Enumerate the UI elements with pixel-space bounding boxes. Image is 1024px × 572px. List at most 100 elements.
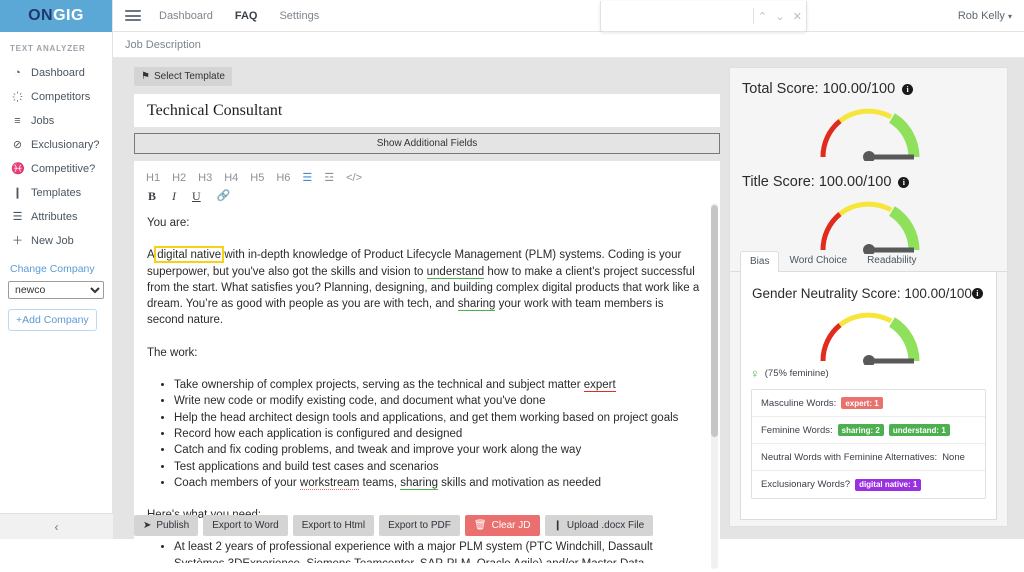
ongig-logo[interactable]: ONGIG	[0, 0, 112, 32]
total-score-heading: Total Score: 100.00/100 i	[730, 68, 1007, 97]
bold-button[interactable]: B	[148, 190, 156, 202]
row-value-none: None	[942, 452, 965, 463]
plus-icon: ＋	[11, 236, 24, 247]
status-badge[interactable]: digital native: 1	[855, 479, 921, 491]
masculine-word-expert[interactable]: expert	[584, 379, 616, 392]
tab-label: Word Choice	[789, 255, 847, 266]
tab-word-choice[interactable]: Word Choice	[779, 250, 857, 271]
sidebar-item-new-job[interactable]: ＋ New Job	[0, 229, 112, 253]
job-title-input[interactable]: Technical Consultant	[134, 94, 720, 127]
editor-scrollbar-thumb[interactable]	[711, 205, 718, 437]
status-badge[interactable]: expert: 1	[841, 397, 882, 409]
heading-4-button[interactable]: H4	[224, 173, 238, 184]
breadcrumb-label: Job Description	[125, 39, 201, 51]
tab-readability[interactable]: Readability	[857, 250, 926, 271]
bullet-list-icon[interactable]: ☰	[302, 173, 312, 184]
text: skills and motivation as needed	[438, 477, 601, 489]
sidebar-item-exclusionary[interactable]: ⊘ Exclusionary?	[0, 133, 112, 157]
close-icon[interactable]: ✕	[789, 10, 806, 23]
add-company-button[interactable]: +Add Company	[8, 309, 97, 331]
sidebar-item-dashboard[interactable]: ◔ Dashboard	[0, 61, 112, 85]
hamburger-menu-icon[interactable]	[125, 8, 141, 24]
export-to-word-button[interactable]: Export to Word	[203, 515, 288, 536]
feminine-word-sharing[interactable]: sharing	[400, 477, 438, 490]
heading-1-button[interactable]: H1	[146, 173, 160, 184]
show-additional-fields-label: Show Additional Fields	[377, 138, 478, 149]
trophy-icon: ♓	[11, 164, 24, 175]
score-panel: Total Score: 100.00/100 i Title Score: 1…	[729, 67, 1008, 527]
ban-icon: ⊘	[11, 140, 24, 151]
editor-toolbar: H1 H2 H3 H4 H5 H6 ☰ ☲ </> B I U 🔗	[134, 161, 720, 209]
trash-icon: 🗑	[474, 520, 487, 531]
nav-item-faq[interactable]: FAQ	[235, 10, 258, 22]
sidebar-item-jobs[interactable]: ≡ Jobs	[0, 109, 112, 133]
nav-item-dashboard[interactable]: Dashboard	[159, 10, 213, 22]
job-title-value: Technical Consultant	[147, 102, 282, 120]
sidebar-item-competitive[interactable]: ♓ Competitive?	[0, 157, 112, 181]
feminine-word-sharing[interactable]: sharing	[458, 298, 496, 311]
link-icon[interactable]: 🔗	[217, 191, 231, 202]
tab-bias[interactable]: Bias	[740, 251, 779, 272]
list-item: Take ownership of complex projects, serv…	[174, 377, 700, 393]
main-canvas: ⚑ Select Template Technical Consultant S…	[113, 58, 1024, 539]
paragraph-intro: A digital native with in-depth knowledge…	[147, 247, 700, 328]
find-next-icon[interactable]: ⌄	[771, 10, 788, 23]
info-icon[interactable]: i	[902, 84, 913, 95]
add-company-label: Add Company	[22, 314, 89, 326]
status-badge[interactable]: sharing: 2	[838, 424, 884, 436]
text: Take ownership of complex projects, serv…	[174, 379, 584, 391]
numbered-list-icon[interactable]: ☲	[324, 173, 334, 184]
sidebar-item-templates[interactable]: ❙ Templates	[0, 181, 112, 205]
heading-6-button[interactable]: H6	[276, 173, 290, 184]
select-template-button[interactable]: ⚑ Select Template	[134, 67, 232, 86]
requirements-bullet-list: At least 2 years of professional experie…	[147, 539, 700, 563]
upload-docx-button[interactable]: ❙ Upload .docx File	[545, 515, 654, 536]
title-score-heading: Title Score: 100.00/100 i	[730, 161, 1007, 190]
sidebar-collapse-button[interactable]: ‹	[0, 513, 113, 539]
template-bar: ⚑ Select Template	[134, 67, 720, 94]
gauge-svg	[813, 99, 925, 161]
status-badge[interactable]: understand: 1	[889, 424, 950, 436]
list-item: At least 2 years of professional experie…	[174, 539, 700, 563]
total-score-label: Total Score: 100.00/100	[742, 81, 895, 97]
exclusionary-highlight[interactable]: digital native	[156, 248, 222, 261]
italic-button[interactable]: I	[172, 190, 176, 202]
sidebar-item-label: Attributes	[31, 211, 77, 223]
export-to-pdf-button[interactable]: Export to PDF	[379, 515, 460, 536]
find-prev-icon[interactable]: ⌃	[754, 10, 771, 23]
row-label: Neutral Words with Feminine Alternatives…	[761, 452, 937, 463]
sidebar-item-label: Competitive?	[31, 163, 95, 175]
show-additional-fields-button[interactable]: Show Additional Fields	[134, 133, 720, 154]
user-menu[interactable]: Rob Kelly ▾	[958, 10, 1012, 22]
job-description-body[interactable]: You are: A digital native with in-depth …	[134, 209, 720, 563]
info-icon[interactable]: i	[898, 177, 909, 188]
editor-toolbar-row-format: B I U 🔗	[146, 187, 710, 205]
text: teams,	[359, 477, 400, 489]
send-icon: ➤	[143, 520, 151, 531]
info-icon[interactable]: i	[972, 288, 983, 299]
export-to-html-button[interactable]: Export to Html	[293, 515, 374, 536]
code-icon[interactable]: </>	[346, 173, 362, 184]
find-input[interactable]	[601, 1, 753, 31]
chevron-down-icon: ▾	[1008, 12, 1012, 21]
browser-find-bar: ⌃ ⌄ ✕	[600, 1, 807, 32]
change-company-link[interactable]: Change Company	[0, 253, 112, 279]
publish-button[interactable]: ➤ Publish	[134, 515, 198, 536]
export-word-label: Export to Word	[212, 520, 279, 531]
spellcheck-word-teamcenter: Teamcenter	[354, 558, 413, 563]
sidebar-item-attributes[interactable]: ☰ Attributes	[0, 205, 112, 229]
text: At least 2 years of professional experie…	[174, 541, 653, 553]
dashboard-icon: ◔	[11, 68, 24, 79]
row-label: Masculine Words:	[761, 398, 836, 409]
sidebar-item-competitors[interactable]: ҉ Competitors	[0, 85, 112, 109]
underline-button[interactable]: U	[192, 190, 201, 202]
heading-3-button[interactable]: H3	[198, 173, 212, 184]
heading-5-button[interactable]: H5	[250, 173, 264, 184]
company-select[interactable]: newco	[8, 281, 104, 299]
feminine-word-understand[interactable]: understand	[427, 266, 485, 279]
heading-2-button[interactable]: H2	[172, 173, 186, 184]
nav-item-settings[interactable]: Settings	[279, 10, 319, 22]
spellcheck-word-systemes: Systèmes	[174, 558, 225, 563]
clear-jd-button[interactable]: 🗑 Clear JD	[465, 515, 540, 536]
sidebar: ONGIG TEXT ANALYZER ◔ Dashboard ҉ Compet…	[0, 0, 113, 539]
